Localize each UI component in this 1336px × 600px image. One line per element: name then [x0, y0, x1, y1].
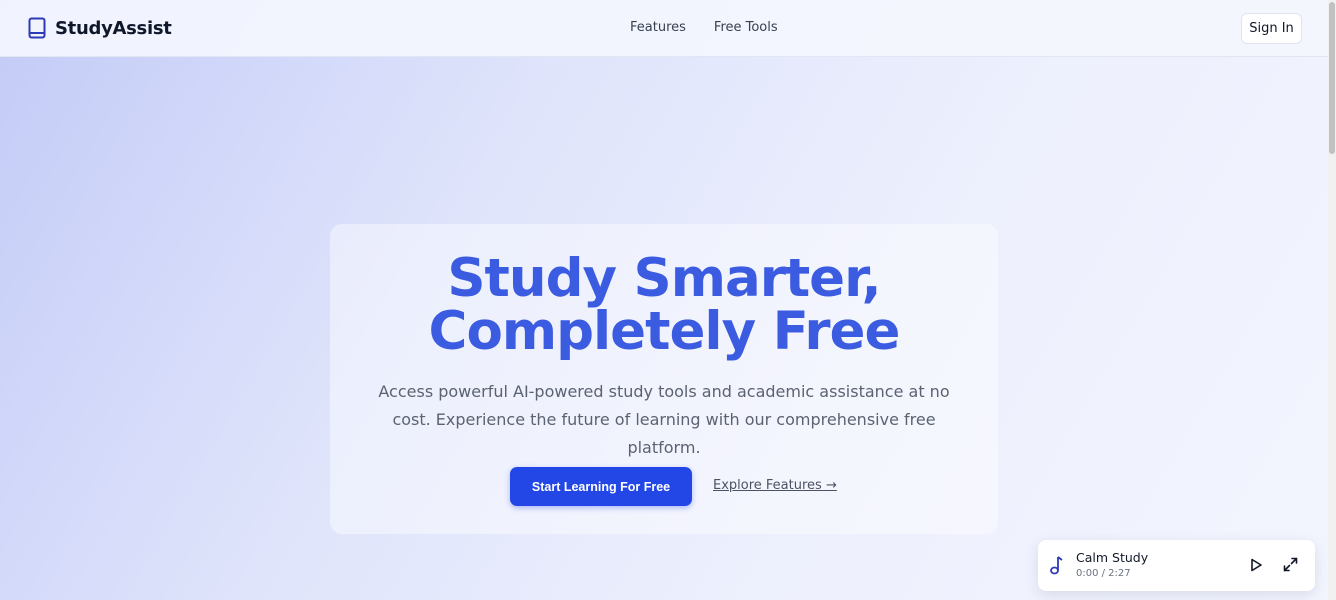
- top-navigation-bar: StudyAssist Features Free Tools Sign In: [0, 0, 1328, 57]
- start-learning-button[interactable]: Start Learning For Free: [510, 467, 692, 506]
- scrollbar-thumb[interactable]: [1329, 2, 1335, 154]
- music-player-widget: Calm Study 0:00 / 2:27: [1038, 540, 1315, 591]
- track-time: 0:00 / 2:27: [1076, 568, 1131, 579]
- nav-link-free-tools[interactable]: Free Tools: [714, 20, 778, 35]
- music-note-icon: [1048, 555, 1064, 575]
- book-icon: [28, 17, 46, 39]
- play-icon[interactable]: [1248, 557, 1264, 573]
- expand-icon[interactable]: [1282, 556, 1299, 573]
- page-scrollbar[interactable]: [1328, 0, 1336, 600]
- sign-in-button[interactable]: Sign In: [1241, 13, 1302, 44]
- hero-card: Study Smarter, Completely Free Access po…: [330, 224, 998, 534]
- hero-title: Study Smarter, Completely Free: [330, 252, 998, 358]
- nav-link-features[interactable]: Features: [630, 20, 686, 35]
- explore-features-link[interactable]: Explore Features →: [713, 478, 837, 493]
- brand-name: StudyAssist: [55, 17, 172, 39]
- hero-title-line2: Completely Free: [428, 301, 901, 362]
- hero-title-line1: Study Smarter,: [447, 248, 881, 309]
- track-title: Calm Study: [1076, 550, 1149, 565]
- brand-logo[interactable]: StudyAssist: [28, 17, 172, 39]
- hero-subtitle: Access powerful AI-powered study tools a…: [378, 382, 950, 457]
- main-nav: Features Free Tools: [630, 20, 778, 35]
